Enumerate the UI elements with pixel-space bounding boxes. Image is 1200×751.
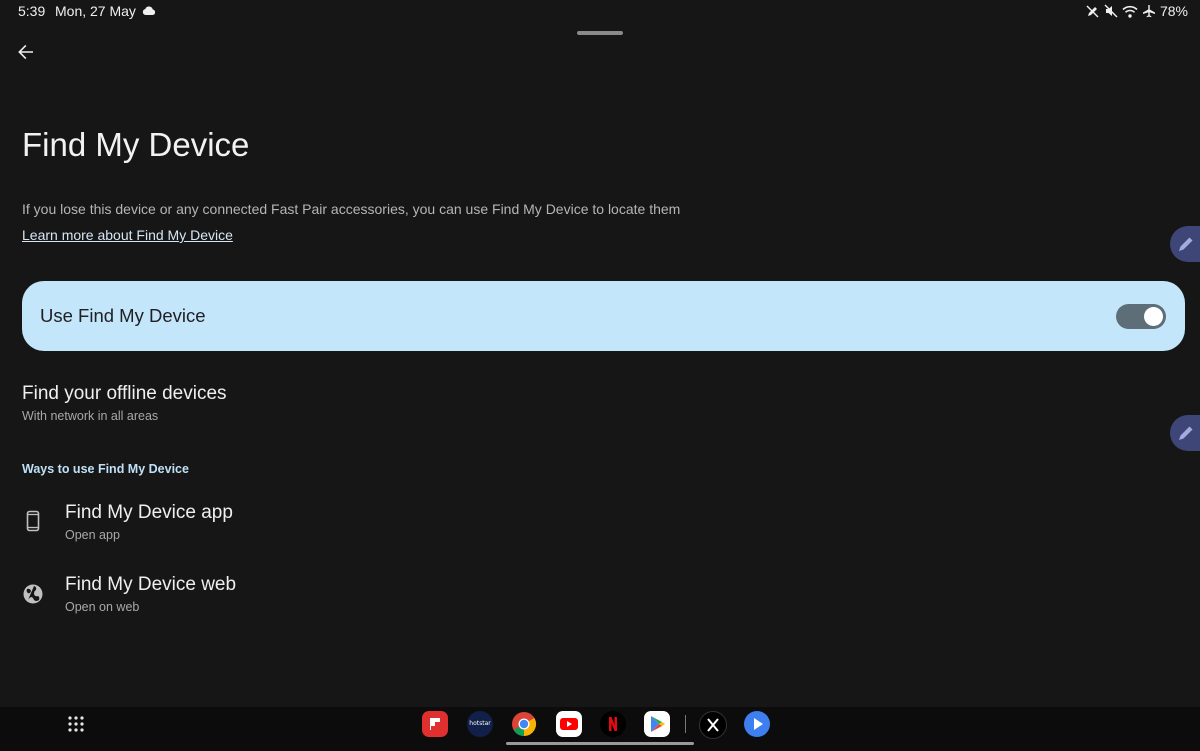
flipboard-logo-icon <box>430 718 440 730</box>
chrome-app-icon[interactable] <box>511 711 537 737</box>
disney-hotstar-app-icon[interactable]: hotstar <box>467 711 493 737</box>
status-date: Mon, 27 May <box>55 3 136 19</box>
chrome-logo-icon <box>512 712 537 736</box>
netflix-logo-icon <box>609 717 617 731</box>
phone-icon <box>26 510 40 532</box>
offline-devices-title: Find your offline devices <box>22 383 227 404</box>
drag-handle[interactable] <box>577 31 623 35</box>
back-arrow-icon[interactable] <box>14 40 38 64</box>
row-subtitle: Open app <box>65 528 120 542</box>
play-store-app-icon[interactable] <box>644 711 670 737</box>
taskbar-divider <box>685 715 686 733</box>
use-find-my-device-toggle-card[interactable]: Use Find My Device <box>22 281 1185 351</box>
status-time: 5:39 <box>18 3 46 19</box>
flipboard-app-icon[interactable] <box>422 711 448 737</box>
switch-knob <box>1144 307 1163 326</box>
play-store-logo-icon <box>651 716 665 732</box>
play-video-app-icon[interactable] <box>744 711 770 737</box>
apps-grid-icon[interactable] <box>68 716 84 732</box>
globe-icon <box>23 584 43 604</box>
home-indicator[interactable] <box>506 742 694 745</box>
pen-icon <box>1179 426 1193 440</box>
youtube-logo-icon <box>560 718 578 730</box>
netflix-app-icon[interactable] <box>600 711 626 737</box>
offline-devices-subtitle: With network in all areas <box>22 409 159 423</box>
pen-icon <box>1179 237 1193 251</box>
wifi-icon <box>1122 5 1138 18</box>
use-find-my-device-switch[interactable] <box>1116 304 1166 329</box>
learn-more-link[interactable]: Learn more about Find My Device <box>22 227 233 243</box>
row-title: Find My Device app <box>65 502 233 523</box>
airplane-icon <box>1142 5 1155 18</box>
toggle-label: Use Find My Device <box>40 305 206 326</box>
description-text: If you lose this device or any connected… <box>22 201 681 217</box>
pen-off-icon <box>1086 5 1099 18</box>
page-title: Find My Device <box>22 126 250 163</box>
hotstar-label: hotstar <box>469 720 491 727</box>
status-icons: 78% <box>1086 3 1188 19</box>
row-subtitle: Open on web <box>65 600 140 614</box>
cloud-icon <box>142 6 156 15</box>
mute-icon <box>1104 4 1118 18</box>
youtube-app-icon[interactable] <box>556 711 582 737</box>
section-header: Ways to use Find My Device <box>22 462 189 476</box>
row-title: Find My Device web <box>65 574 237 595</box>
floating-pen-button[interactable] <box>1170 226 1200 262</box>
battery-level: 78% <box>1159 3 1188 19</box>
floating-pen-button-2[interactable] <box>1170 415 1200 451</box>
play-icon <box>754 718 763 730</box>
x-logo-icon <box>707 718 719 732</box>
x-app-icon[interactable] <box>699 711 727 739</box>
